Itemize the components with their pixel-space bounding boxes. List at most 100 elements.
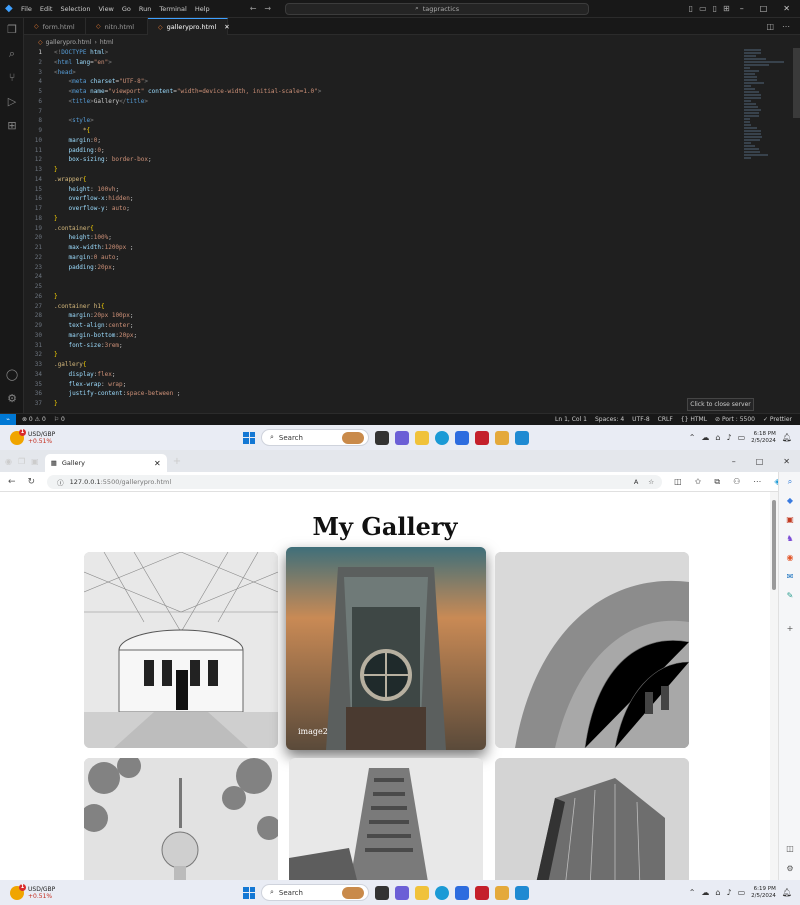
taskbar-search[interactable]: ⌕ Search (261, 429, 369, 446)
minimize-icon[interactable]: – (740, 4, 744, 13)
cloud-icon[interactable]: ☁ (701, 888, 709, 897)
file-explorer-icon[interactable] (415, 885, 429, 900)
settings-gear-icon[interactable]: ⚙ (0, 387, 24, 411)
menu-item-help[interactable]: Help (195, 5, 210, 13)
status-right-item[interactable]: {} HTML (681, 416, 707, 423)
customize-layout-icon[interactable]: ⊞ (723, 4, 730, 13)
gallery-image-1[interactable] (84, 552, 278, 748)
gallery-image-4[interactable] (84, 758, 278, 880)
close-icon[interactable]: ✕ (783, 4, 790, 13)
sidebar-designer-icon[interactable]: ✎ (779, 586, 800, 605)
code-line[interactable]: 7 (24, 107, 744, 117)
page-scrollbar[interactable] (770, 492, 778, 880)
code-line[interactable]: 1 <!DOCTYPE html> (24, 48, 744, 58)
code-line[interactable]: 5 <meta name="viewport" content="width=d… (24, 87, 744, 97)
status-left-item[interactable]: ⚐ 0 (54, 416, 65, 423)
menu-item-file[interactable]: File (21, 5, 32, 13)
favorites-icon[interactable]: ✩ (695, 477, 702, 487)
clock[interactable]: 6:18 PM 2/5/2024 (751, 431, 776, 445)
close-tab-icon[interactable]: ✕ (224, 23, 229, 31)
volume-icon[interactable]: ♪ (726, 888, 731, 897)
code-line[interactable]: 13} (24, 165, 744, 175)
editor-tab-form-html[interactable]: ◇ form.html (24, 18, 86, 35)
notification-bell-icon[interactable]: 🔔︎ (782, 888, 792, 897)
maximize-icon[interactable]: □ (756, 457, 764, 466)
chat-icon[interactable] (395, 430, 409, 445)
code-line[interactable]: 14 .wrapper{ (24, 175, 744, 185)
status-right-item[interactable]: Spaces: 4 (595, 416, 624, 423)
mcafee-icon[interactable] (475, 430, 489, 445)
back-arrow-icon[interactable]: ← (250, 4, 257, 13)
minimize-icon[interactable]: – (732, 457, 736, 466)
tray-chevron-icon[interactable]: ⌃ (689, 888, 696, 897)
vscode-taskbar-icon[interactable] (515, 430, 529, 445)
editor-tab-gallerypro-html[interactable]: ◇ gallerypro.html ✕ (148, 18, 230, 35)
search-view-icon[interactable]: ⌕ (0, 42, 24, 66)
status-right-item[interactable]: Ln 1, Col 1 (555, 416, 587, 423)
sidebar-office-icon[interactable]: ◉ (779, 548, 800, 567)
toggle-secondary-sidebar-icon[interactable]: ▯ (713, 4, 717, 13)
code-line[interactable]: 17 overflow-y: auto; (24, 204, 744, 214)
task-view-icon[interactable] (375, 430, 389, 445)
battery-icon[interactable]: ▭ (738, 888, 746, 897)
tab-actions-icon[interactable]: ▣ (31, 457, 39, 466)
status-right-item[interactable]: CRLF (658, 416, 673, 423)
vscode-taskbar-icon[interactable] (515, 885, 529, 900)
split-screen-icon[interactable]: ◫ (674, 477, 682, 487)
code-editor[interactable]: 1 <!DOCTYPE html> 2 <html lang="en"> 3 <head>… (24, 48, 744, 413)
close-tab-icon[interactable]: ✕ (154, 459, 161, 468)
code-line[interactable]: 27 .container h1{ (24, 302, 744, 312)
code-line[interactable]: 8 <style> (24, 116, 744, 126)
status-left-item[interactable]: ⊗ 0 ⚠ 0 (22, 416, 46, 423)
gallery-image-2[interactable]: image2 (286, 547, 486, 750)
read-aloud-icon[interactable]: A (634, 478, 638, 486)
workspaces-icon[interactable]: ❐ (18, 457, 25, 466)
menu-item-edit[interactable]: Edit (40, 5, 53, 13)
code-line[interactable]: 9 *{ (24, 126, 744, 136)
toggle-panel-icon[interactable]: ▭ (699, 4, 707, 13)
network-icon[interactable]: ⌂ (715, 888, 720, 897)
extensions-icon[interactable]: ⚇ (733, 477, 740, 487)
code-line[interactable]: 32} (24, 350, 744, 360)
code-line[interactable]: 19 .container{ (24, 224, 744, 234)
code-line[interactable]: 30 margin-bottom:20px; (24, 331, 744, 341)
address-bar[interactable]: ⓘ 127.0.0.1:5500/gallerypro.html A ☆ (47, 474, 663, 489)
volume-icon[interactable]: ♪ (726, 433, 731, 442)
edge-icon[interactable] (435, 885, 449, 900)
minimap[interactable] (744, 48, 792, 188)
code-line[interactable]: 31 font-size:3rem; (24, 341, 744, 351)
code-line[interactable]: 2 <html lang="en"> (24, 58, 744, 68)
breadcrumb-file[interactable]: gallerypro.html (46, 39, 92, 46)
maximize-icon[interactable]: □ (760, 4, 768, 13)
code-line[interactable]: 20 height:100%; (24, 233, 744, 243)
clock[interactable]: 6:19 PM 2/5/2024 (751, 886, 776, 900)
browser-tab-gallery[interactable]: ▦ Gallery ✕ (44, 454, 167, 472)
sidebar-split-icon[interactable]: ◫ (779, 839, 800, 858)
more-menu-icon[interactable]: ⋯ (753, 477, 761, 487)
back-arrow-icon[interactable]: ← (8, 477, 16, 487)
file-explorer-icon[interactable] (415, 430, 429, 445)
app-icon[interactable] (495, 430, 509, 445)
breadcrumb-symbol[interactable]: html (100, 39, 114, 46)
toggle-sidebar-icon[interactable]: ▯ (689, 4, 693, 13)
menu-item-view[interactable]: View (98, 5, 113, 13)
code-line[interactable]: 18} (24, 214, 744, 224)
tray-chevron-icon[interactable]: ⌃ (689, 433, 696, 442)
sidebar-outlook-icon[interactable]: ✉ (779, 567, 800, 586)
code-line[interactable]: 28 margin:20px 100px; (24, 311, 744, 321)
explorer-icon[interactable]: ❐ (0, 18, 24, 42)
remote-icon[interactable]: ⌁ (0, 413, 16, 426)
forward-arrow-icon[interactable]: → (264, 4, 271, 13)
mcafee-icon[interactable] (475, 885, 489, 900)
favorite-star-icon[interactable]: ☆ (648, 478, 654, 486)
code-line[interactable]: 33 .gallery{ (24, 360, 744, 370)
status-right-item[interactable]: ✓ Prettier (763, 416, 792, 423)
code-line[interactable]: 35 flex-wrap: wrap; (24, 380, 744, 390)
account-icon[interactable]: ◯ (0, 363, 24, 387)
code-line[interactable]: 36 justify-content:space-between ; (24, 389, 744, 399)
new-tab-icon[interactable]: + (173, 456, 181, 467)
store-icon[interactable] (455, 430, 469, 445)
extensions-icon[interactable]: ⊞ (0, 114, 24, 138)
sidebar-search-icon[interactable]: ⌕ (779, 472, 800, 491)
code-line[interactable]: 4 <meta charset="UTF-8"> (24, 77, 744, 87)
